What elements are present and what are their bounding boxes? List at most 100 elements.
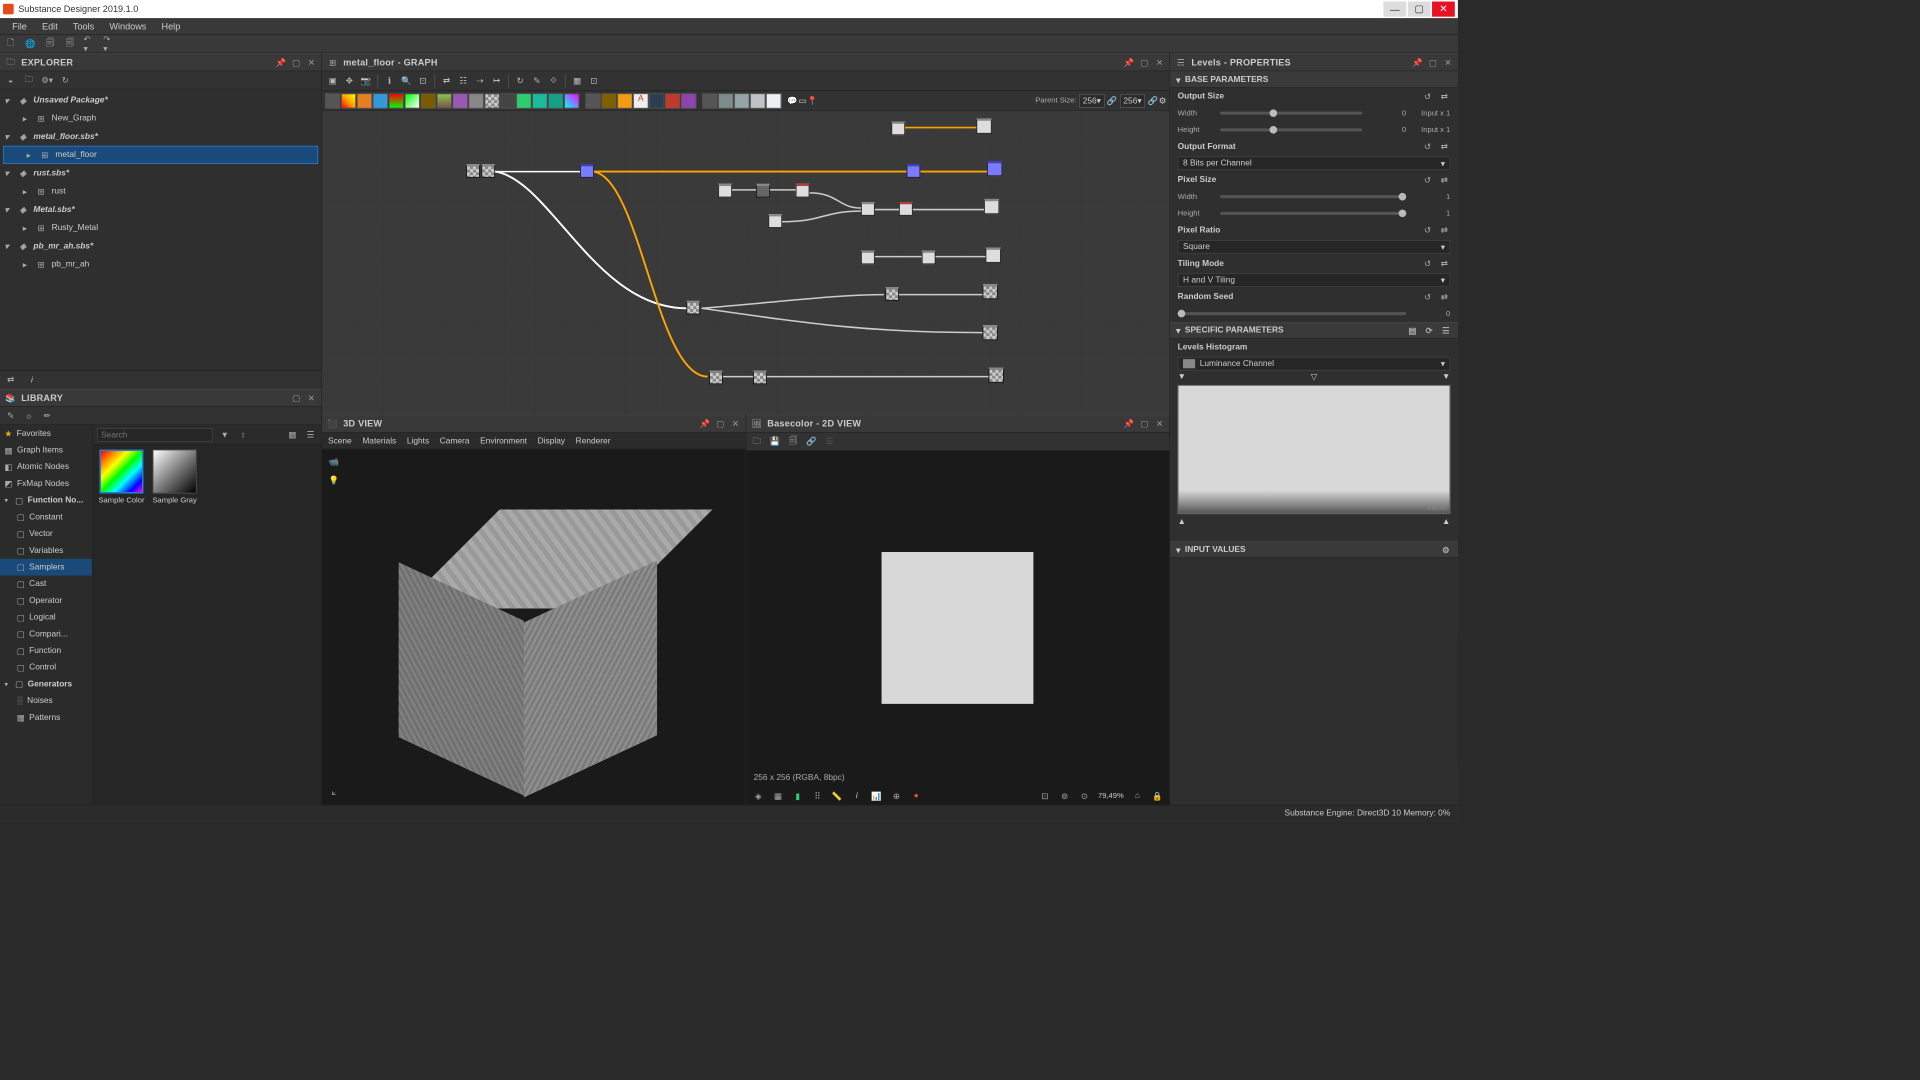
v2t-zoom-icon[interactable]: ⊚ bbox=[1059, 790, 1071, 802]
sw-18-icon[interactable] bbox=[601, 93, 616, 108]
v2d-copy-icon[interactable]: 🗐 bbox=[787, 435, 799, 447]
node[interactable] bbox=[922, 251, 936, 265]
node-output[interactable] bbox=[984, 199, 999, 214]
library-category[interactable]: ▾▢Function No... bbox=[0, 492, 92, 509]
library-category[interactable]: ▢Vector bbox=[0, 525, 92, 542]
sp-2-icon[interactable]: ⟳ bbox=[1423, 324, 1435, 336]
sw-10-icon[interactable] bbox=[468, 93, 483, 108]
hist-handle-l[interactable]: ▼ bbox=[1178, 372, 1186, 382]
search-input[interactable] bbox=[97, 428, 212, 442]
library-category[interactable]: ▢Compari... bbox=[0, 626, 92, 643]
input-values-section[interactable]: ▾ INPUT VALUES⚙ bbox=[1170, 541, 1458, 558]
hist-out-r[interactable]: ▲ bbox=[1442, 517, 1450, 526]
sw-24-icon[interactable] bbox=[702, 93, 717, 108]
node[interactable] bbox=[718, 184, 732, 198]
library-category[interactable]: ░Noises bbox=[0, 692, 92, 709]
node[interactable] bbox=[709, 371, 723, 385]
exp-foot-info-icon[interactable]: i bbox=[26, 374, 38, 386]
undo-icon[interactable]: ↶ ▾ bbox=[84, 38, 96, 50]
close-button[interactable]: ✕ bbox=[1432, 2, 1455, 17]
sw-12-icon[interactable] bbox=[500, 93, 515, 108]
v3d-materials[interactable]: Materials bbox=[362, 436, 396, 445]
library-category[interactable]: ▢Control bbox=[0, 659, 92, 676]
menu-edit[interactable]: Edit bbox=[34, 19, 65, 34]
ratio-select[interactable]: Square▾ bbox=[1178, 240, 1451, 254]
library-category[interactable]: ▦Graph Items bbox=[0, 442, 92, 459]
node[interactable] bbox=[861, 251, 875, 265]
lib-tool-2-icon[interactable]: ☼ bbox=[23, 410, 35, 422]
library-category[interactable]: ▢Function bbox=[0, 642, 92, 659]
v2t-ruler-icon[interactable]: 📏 bbox=[831, 790, 843, 802]
props-pin-icon[interactable]: 📌 bbox=[1412, 57, 1423, 68]
exp-tool-1-icon[interactable]: ◒ bbox=[5, 74, 17, 86]
v2t-hist-icon[interactable]: 📊 bbox=[871, 790, 883, 802]
node-output[interactable] bbox=[987, 161, 1002, 176]
v3d-pin-icon[interactable]: 📌 bbox=[700, 418, 711, 429]
sw-28-icon[interactable] bbox=[766, 93, 781, 108]
open-icon[interactable]: 🌐 bbox=[24, 38, 36, 50]
sp-3-icon[interactable]: ☰ bbox=[1440, 324, 1452, 336]
new-icon[interactable]: 🗋 bbox=[5, 38, 17, 50]
sw-23-icon[interactable] bbox=[681, 93, 696, 108]
view2d-viewport[interactable]: 256 x 256 (RGBA, 8bpc) ◈ ▦ ▮ ⠿ 📏 i 📊 ⊕ ● bbox=[746, 451, 1169, 805]
sw-15-icon[interactable] bbox=[548, 93, 563, 108]
sort-icon[interactable]: ↕ bbox=[237, 429, 249, 441]
list-view-icon[interactable]: ☰ bbox=[304, 429, 316, 441]
node[interactable] bbox=[580, 164, 594, 178]
v2d-close-icon[interactable]: ✕ bbox=[1154, 418, 1165, 429]
sw-13-icon[interactable] bbox=[516, 93, 531, 108]
lib-max-icon[interactable]: ▢ bbox=[291, 393, 302, 404]
node[interactable] bbox=[768, 214, 782, 228]
tree-item[interactable]: ▸⊞rust bbox=[0, 182, 321, 200]
v3d-lights[interactable]: Lights bbox=[407, 436, 429, 445]
graph-pin-icon[interactable]: 📌 bbox=[1124, 57, 1135, 68]
sw-19-icon[interactable] bbox=[617, 93, 632, 108]
node[interactable] bbox=[861, 202, 875, 216]
tree-item[interactable]: ▾◈metal_floor.sbs* bbox=[0, 128, 321, 146]
sw-9-icon[interactable] bbox=[453, 93, 468, 108]
sw-blue-icon[interactable] bbox=[373, 93, 388, 108]
library-item[interactable]: Sample Color bbox=[97, 450, 146, 506]
node[interactable] bbox=[756, 184, 770, 198]
v2d-save-icon[interactable]: 💾 bbox=[769, 435, 781, 447]
link-icon[interactable]: ⇄ bbox=[1438, 257, 1450, 269]
node[interactable] bbox=[907, 164, 921, 178]
hist-handle-m[interactable]: ▽ bbox=[1311, 372, 1317, 382]
menu-help[interactable]: Help bbox=[154, 19, 188, 34]
grid-view-icon[interactable]: ▦ bbox=[286, 429, 298, 441]
node[interactable] bbox=[796, 184, 810, 198]
specific-params-section[interactable]: ▾ SPECIFIC PARAMETERS ▤⟳☰ bbox=[1170, 322, 1458, 339]
link2-icon[interactable]: 🔗 bbox=[1148, 96, 1158, 106]
gt-move-icon[interactable]: ✥ bbox=[342, 73, 357, 88]
parent-size-select[interactable]: 256 ▾ bbox=[1079, 94, 1105, 108]
exp-tool-2-icon[interactable]: 🗀 bbox=[23, 74, 35, 86]
props-close-icon[interactable]: ✕ bbox=[1443, 57, 1454, 68]
vp-camera-icon[interactable]: 📹 bbox=[328, 456, 340, 468]
sw-7-icon[interactable] bbox=[421, 93, 436, 108]
node-output[interactable] bbox=[989, 368, 1004, 383]
menu-file[interactable]: File bbox=[5, 19, 35, 34]
v2t-dots-icon[interactable]: ⠿ bbox=[811, 790, 823, 802]
gt-link-icon[interactable]: ⇢ bbox=[472, 73, 487, 88]
library-category[interactable]: ▢Variables bbox=[0, 542, 92, 559]
v2t-center-icon[interactable]: ⊙ bbox=[1078, 790, 1090, 802]
hist-handle-r[interactable]: ▼ bbox=[1442, 372, 1450, 382]
exp-tool-3-icon[interactable]: ⚙▾ bbox=[41, 74, 53, 86]
reset-icon[interactable]: ↺ bbox=[1421, 224, 1433, 236]
lib-tool-1-icon[interactable]: ✎ bbox=[5, 410, 17, 422]
v3d-close-icon[interactable]: ✕ bbox=[730, 418, 741, 429]
lib-tool-3-icon[interactable]: ✏ bbox=[41, 410, 53, 422]
node[interactable] bbox=[686, 301, 700, 315]
gt-grid-icon[interactable]: ▦ bbox=[569, 73, 584, 88]
node[interactable] bbox=[899, 202, 913, 216]
gt-align-icon[interactable]: ☷ bbox=[456, 73, 471, 88]
gt-frame-icon[interactable]: ▣ bbox=[325, 73, 340, 88]
v2t-rec-icon[interactable]: ● bbox=[910, 790, 922, 802]
vp-light-icon[interactable]: 💡 bbox=[328, 474, 340, 486]
library-category[interactable]: ▢Constant bbox=[0, 509, 92, 526]
sw-check-icon[interactable] bbox=[484, 93, 499, 108]
hist-out-l[interactable]: ▲ bbox=[1178, 517, 1186, 526]
gt-camera-icon[interactable]: 📷 bbox=[358, 73, 373, 88]
v3d-env[interactable]: Environment bbox=[480, 436, 527, 445]
tree-item[interactable]: ▸⊞New_Graph bbox=[0, 109, 321, 127]
